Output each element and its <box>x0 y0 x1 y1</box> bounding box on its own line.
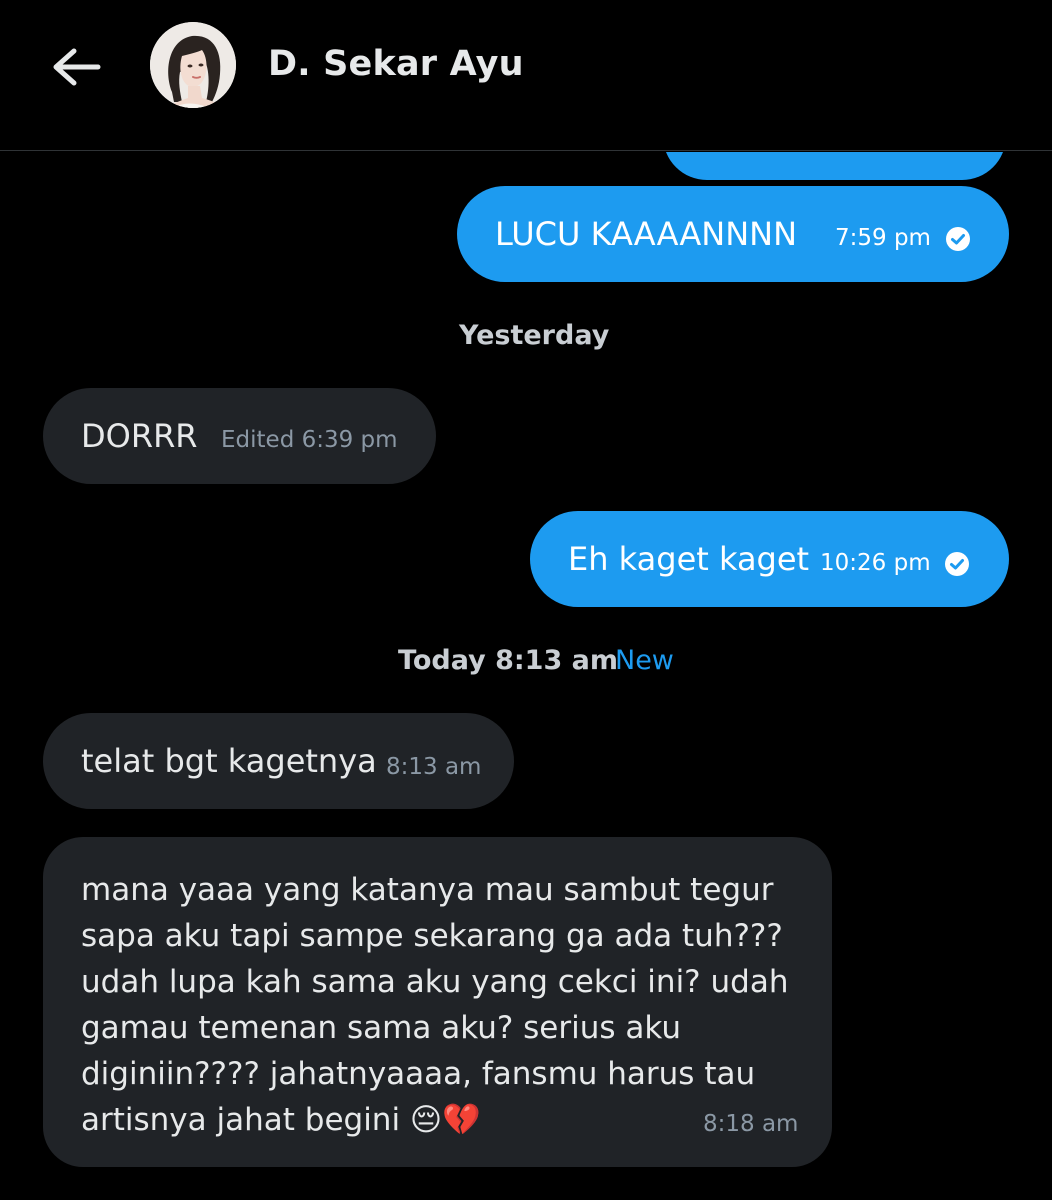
contact-name[interactable]: D. Sekar Ayu <box>268 44 524 84</box>
arrow-left-icon <box>53 48 101 86</box>
message-bubble-outgoing[interactable]: Eh kaget kaget 10:26 pm <box>530 511 1009 607</box>
new-messages-label: New <box>615 645 674 676</box>
back-button[interactable] <box>46 40 106 94</box>
message-bubble-incoming-long[interactable]: mana yaaa yang katanya mau sambut tegur … <box>43 837 832 1167</box>
message-text: LUCU KAAAANNNN <box>495 215 797 253</box>
conversation-header: D. Sekar Ayu <box>0 0 1052 151</box>
message-time: 8:13 am <box>386 754 482 780</box>
message-bubble-incoming[interactable]: DORRR Edited 6:39 pm <box>43 388 436 484</box>
message-text: Eh kaget kaget <box>568 540 810 578</box>
date-separator: Today 8:13 am <box>398 645 619 676</box>
message-time: 10:26 pm <box>820 550 931 576</box>
avatar[interactable] <box>150 22 236 108</box>
profile-photo <box>150 22 236 108</box>
message-text: DORRR <box>81 417 198 455</box>
message-bubble-incoming[interactable]: telat bgt kagetnya 8:13 am <box>43 713 514 809</box>
message-text: mana yaaa yang katanya mau sambut tegur … <box>81 872 789 1138</box>
message-time: Edited 6:39 pm <box>221 427 398 453</box>
message-thread[interactable]: LUCU KAAAANNNN 7:59 pm Yesterday DORRR E… <box>0 152 1052 1200</box>
message-bubble-partial[interactable] <box>663 152 1006 180</box>
check-circle-icon <box>945 552 969 576</box>
check-circle-icon <box>946 227 970 251</box>
message-bubble-outgoing[interactable]: LUCU KAAAANNNN 7:59 pm <box>457 186 1009 282</box>
message-time: 8:18 am <box>703 1111 799 1137</box>
message-text: telat bgt kagetnya <box>81 742 377 780</box>
date-separator: Yesterday <box>459 320 610 351</box>
message-time: 7:59 pm <box>835 225 931 251</box>
